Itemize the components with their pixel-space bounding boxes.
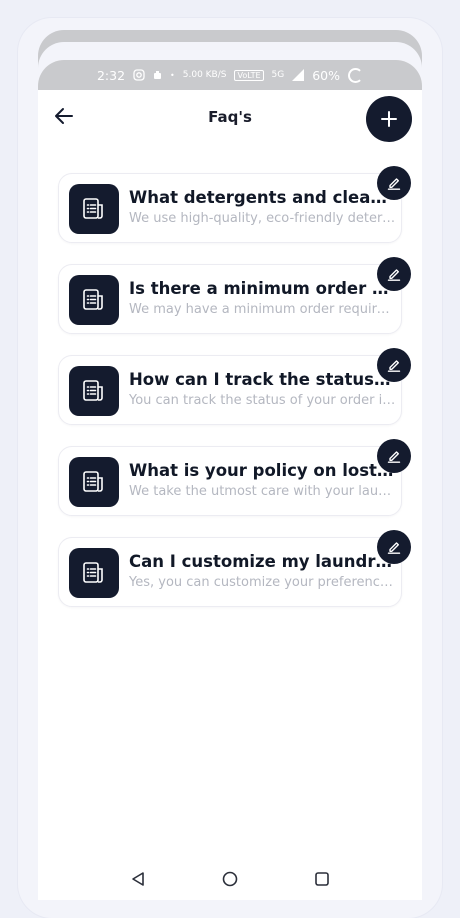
battery-icon bbox=[348, 67, 364, 83]
edit-faq-button[interactable] bbox=[377, 166, 411, 200]
page-title: Faq's bbox=[208, 108, 252, 126]
faq-answer: We take the utmost care with your laundr… bbox=[129, 484, 397, 499]
app-screen: 2:32 • 5.00 KB/S VoLTE 5G 60% Faq's What… bbox=[38, 60, 422, 900]
triangle-back-icon bbox=[132, 872, 144, 886]
faq-card[interactable]: Can I customize my laundry preferences? … bbox=[58, 530, 411, 607]
faq-card[interactable]: What detergents and cleaning products do… bbox=[58, 166, 411, 243]
signal-icon bbox=[292, 69, 305, 81]
faq-card[interactable]: Is there a minimum order requirement? We… bbox=[58, 257, 411, 334]
faq-answer: Yes, you can customize your preferences … bbox=[129, 575, 397, 590]
instagram-icon bbox=[133, 69, 145, 81]
faq-question: What detergents and cleaning products do… bbox=[129, 188, 395, 207]
status-bar: 2:32 • 5.00 KB/S VoLTE 5G 60% bbox=[38, 60, 422, 90]
edit-faq-button[interactable] bbox=[377, 439, 411, 473]
faq-question: Can I customize my laundry preferences? bbox=[129, 552, 395, 571]
pencil-icon bbox=[387, 178, 401, 190]
faq-question: How can I track the status of my order? bbox=[129, 370, 395, 389]
circle-home-icon bbox=[222, 871, 238, 887]
add-faq-button[interactable] bbox=[366, 96, 412, 142]
document-list-icon bbox=[83, 289, 103, 310]
system-nav-bar bbox=[38, 858, 422, 900]
pencil-icon bbox=[387, 542, 401, 554]
document-list-icon bbox=[83, 198, 103, 219]
faq-question: What is your policy on lost or damaged i… bbox=[129, 461, 395, 480]
edit-faq-button[interactable] bbox=[377, 257, 411, 291]
edit-faq-button[interactable] bbox=[377, 348, 411, 382]
pencil-icon bbox=[387, 269, 401, 281]
pencil-icon bbox=[387, 360, 401, 372]
edit-faq-button[interactable] bbox=[377, 530, 411, 564]
document-list-icon bbox=[83, 562, 103, 583]
clock: 2:32 bbox=[96, 67, 126, 83]
faq-answer: We may have a minimum order requirement … bbox=[129, 302, 397, 317]
battery-percent: 60% bbox=[312, 67, 341, 83]
faq-tile bbox=[69, 548, 119, 598]
plus-icon bbox=[381, 111, 397, 127]
faq-tile bbox=[69, 275, 119, 325]
nav-back-button[interactable] bbox=[127, 868, 149, 890]
faq-answer: We use high-quality, eco-friendly deterg… bbox=[129, 211, 397, 226]
nav-recents-button[interactable] bbox=[311, 868, 333, 890]
faq-tile bbox=[69, 184, 119, 234]
notification-icon bbox=[153, 70, 162, 80]
faq-card[interactable]: How can I track the status of my order? … bbox=[58, 348, 411, 425]
faq-tile bbox=[69, 366, 119, 416]
faq-tile bbox=[69, 457, 119, 507]
faq-question: Is there a minimum order requirement? bbox=[129, 279, 395, 298]
volte-badge: VoLTE bbox=[234, 69, 264, 81]
net-speed: 5.00 KB/S bbox=[182, 70, 227, 80]
signal-type: 5G bbox=[271, 70, 285, 80]
app-header: Faq's bbox=[38, 90, 422, 148]
document-list-icon bbox=[83, 471, 103, 492]
faq-answer: You can track the status of your order i… bbox=[129, 393, 397, 408]
faq-card[interactable]: What is your policy on lost or damaged i… bbox=[58, 439, 411, 516]
nav-home-button[interactable] bbox=[219, 868, 241, 890]
square-recents-icon bbox=[315, 872, 329, 886]
pencil-icon bbox=[387, 451, 401, 463]
document-list-icon bbox=[83, 380, 103, 401]
